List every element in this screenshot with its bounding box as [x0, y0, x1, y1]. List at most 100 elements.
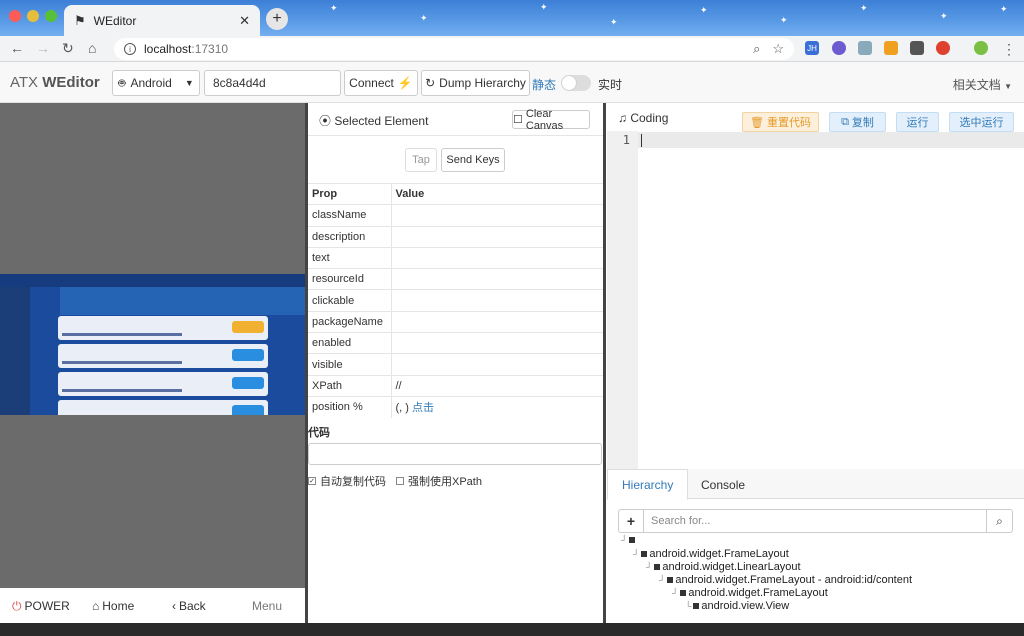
back-button[interactable]: ‹ Back	[172, 599, 206, 613]
value-cell	[391, 332, 603, 354]
task-progress	[62, 333, 182, 336]
tree-node[interactable]: ┘	[621, 535, 637, 545]
table-row: enabled	[308, 332, 603, 354]
menu-button[interactable]: Menu	[252, 599, 282, 613]
forward-arrow-icon[interactable]: →	[36, 40, 50, 56]
jh-extension-icon[interactable]: JH	[805, 41, 819, 55]
value-cell[interactable]: //	[391, 374, 603, 397]
reset-code-button[interactable]: 🗑︎ 重置代码	[742, 112, 819, 132]
realtime-label: 实时	[598, 78, 623, 92]
value-cell	[391, 225, 603, 248]
close-tab-icon[interactable]: ✕	[239, 13, 250, 29]
run-button[interactable]: 运行	[896, 112, 939, 132]
tree-node[interactable]: ┘ android.widget.FrameLayout - android:id…	[659, 574, 912, 586]
new-tab-button[interactable]: +	[266, 8, 288, 30]
zoom-search-icon[interactable]: ⌕	[753, 41, 760, 57]
reload-icon[interactable]: ↻	[62, 40, 74, 57]
close-window-button[interactable]	[9, 10, 21, 22]
prop-cell: text	[308, 246, 392, 269]
extension-icon[interactable]	[936, 41, 950, 55]
qr-code-icon[interactable]	[910, 41, 924, 55]
realtime-toggle[interactable]	[561, 75, 591, 91]
auto-copy-checkbox[interactable]: ✓	[308, 477, 316, 485]
platform-dropdown[interactable]: 🤖︎ Android ▼	[112, 70, 200, 96]
value-cell	[391, 246, 603, 269]
table-row: visible	[308, 353, 603, 376]
send-keys-button[interactable]: Send Keys	[441, 148, 505, 172]
coding-panel: ♫ Coding 🗑︎ 重置代码 ⧉ 复制 运行 选中运行 1 Hierarchy …	[607, 103, 1024, 623]
game-task-card	[58, 316, 268, 340]
clear-canvas-button[interactable]: ☐ Clear Canvas	[512, 108, 590, 132]
hierarchy-search-input[interactable]: Search for...	[644, 509, 987, 533]
code-editor[interactable]: 1	[607, 131, 1024, 471]
table-row: clickable	[308, 289, 603, 312]
dump-hierarchy-button[interactable]: ↻ Dump Hierarchy	[421, 70, 530, 96]
tree-node[interactable]: ┘ android.widget.FrameLayout	[672, 587, 828, 599]
force-xpath-checkbox[interactable]	[396, 477, 404, 485]
properties-table: Prop Value className description text res…	[308, 182, 603, 418]
power-button[interactable]: ⏻ POWER	[12, 599, 70, 614]
prop-header: Prop	[308, 182, 392, 205]
hierarchy-search: + Search for... ⌕	[618, 509, 1013, 533]
home-icon: ⌂	[92, 599, 100, 613]
auto-copy-label: 自动复制代码	[320, 476, 386, 488]
search-button[interactable]: ⌕	[987, 509, 1013, 533]
docs-menu[interactable]: 相关文档 ▼	[953, 76, 1012, 93]
prop-cell: description	[308, 225, 392, 248]
address-bar[interactable]: i localhost :17310 ⌕ ☆	[114, 38, 794, 60]
device-id-input[interactable]: 8c8a4d4d	[204, 70, 341, 96]
game-task-card	[58, 400, 268, 415]
node-icon	[629, 537, 636, 543]
prop-cell: packageName	[308, 310, 392, 333]
home-button[interactable]: ⌂ Home	[92, 599, 134, 613]
table-row: text	[308, 246, 603, 269]
inspector-header: ⦿ Selected Element ☐ Clear Canvas	[308, 103, 603, 136]
info-icon[interactable]: i	[124, 43, 136, 55]
toggle-knob	[562, 76, 576, 90]
expand-plus-button[interactable]: +	[618, 509, 644, 533]
reset-label: 重置代码	[766, 117, 811, 129]
device-panel: ⏻ POWER ⌂ Home ‹ Back Menu	[0, 103, 305, 636]
active-line	[638, 132, 1024, 148]
tree-node[interactable]: ┘ android.widget.LinearLayout	[646, 561, 801, 573]
bookmark-star-icon[interactable]: ☆	[772, 41, 784, 57]
caret-down-icon: ▼	[1004, 82, 1012, 91]
value-cell: (, ) 点击	[391, 395, 603, 418]
music-note-icon: ♫	[618, 111, 627, 125]
position-click-link[interactable]: 点击	[412, 402, 434, 414]
extension-icon[interactable]	[884, 41, 898, 55]
tree-connector: └	[685, 601, 692, 611]
home-icon[interactable]: ⌂	[88, 40, 96, 56]
tab-hierarchy[interactable]: Hierarchy	[607, 469, 689, 500]
game-topbar	[0, 274, 305, 287]
code-input[interactable]	[308, 443, 602, 465]
device-screenshot[interactable]	[0, 274, 305, 415]
prop-cell: className	[308, 204, 392, 227]
profile-avatar[interactable]	[974, 41, 988, 55]
browser-tab[interactable]: ⚑ WEditor ✕	[64, 5, 260, 36]
connect-button[interactable]: Connect ⚡	[344, 70, 418, 96]
menu-kebab-icon[interactable]: ⋮	[1002, 41, 1016, 58]
panel-divider[interactable]	[603, 103, 606, 623]
tap-button[interactable]: Tap	[405, 148, 437, 172]
run-selected-button[interactable]: 选中运行	[949, 112, 1014, 132]
tree-node[interactable]: └ android.view.View	[685, 600, 789, 612]
task-progress	[62, 361, 182, 364]
position-value: (, )	[395, 402, 409, 415]
extension-icon[interactable]	[858, 41, 872, 55]
minimize-window-button[interactable]	[27, 10, 39, 22]
tree-node-label: android.widget.FrameLayout	[688, 587, 828, 599]
url-port: :17310	[191, 42, 229, 56]
maximize-window-button[interactable]	[45, 10, 57, 22]
tab-console[interactable]: Console	[687, 469, 759, 500]
search-icon: ⌕	[996, 513, 1003, 528]
table-row: position % (, ) 点击	[308, 395, 603, 418]
table-row: packageName	[308, 310, 603, 333]
extension-icon[interactable]	[832, 41, 846, 55]
tree-node[interactable]: ┘ android.widget.FrameLayout	[633, 548, 789, 560]
star-decoration: ✦	[940, 11, 948, 21]
copy-button[interactable]: ⧉ 复制	[829, 112, 886, 132]
back-arrow-icon[interactable]: ←	[10, 40, 24, 56]
table-header-row: Prop Value	[308, 182, 603, 205]
star-decoration: ✦	[330, 3, 338, 13]
